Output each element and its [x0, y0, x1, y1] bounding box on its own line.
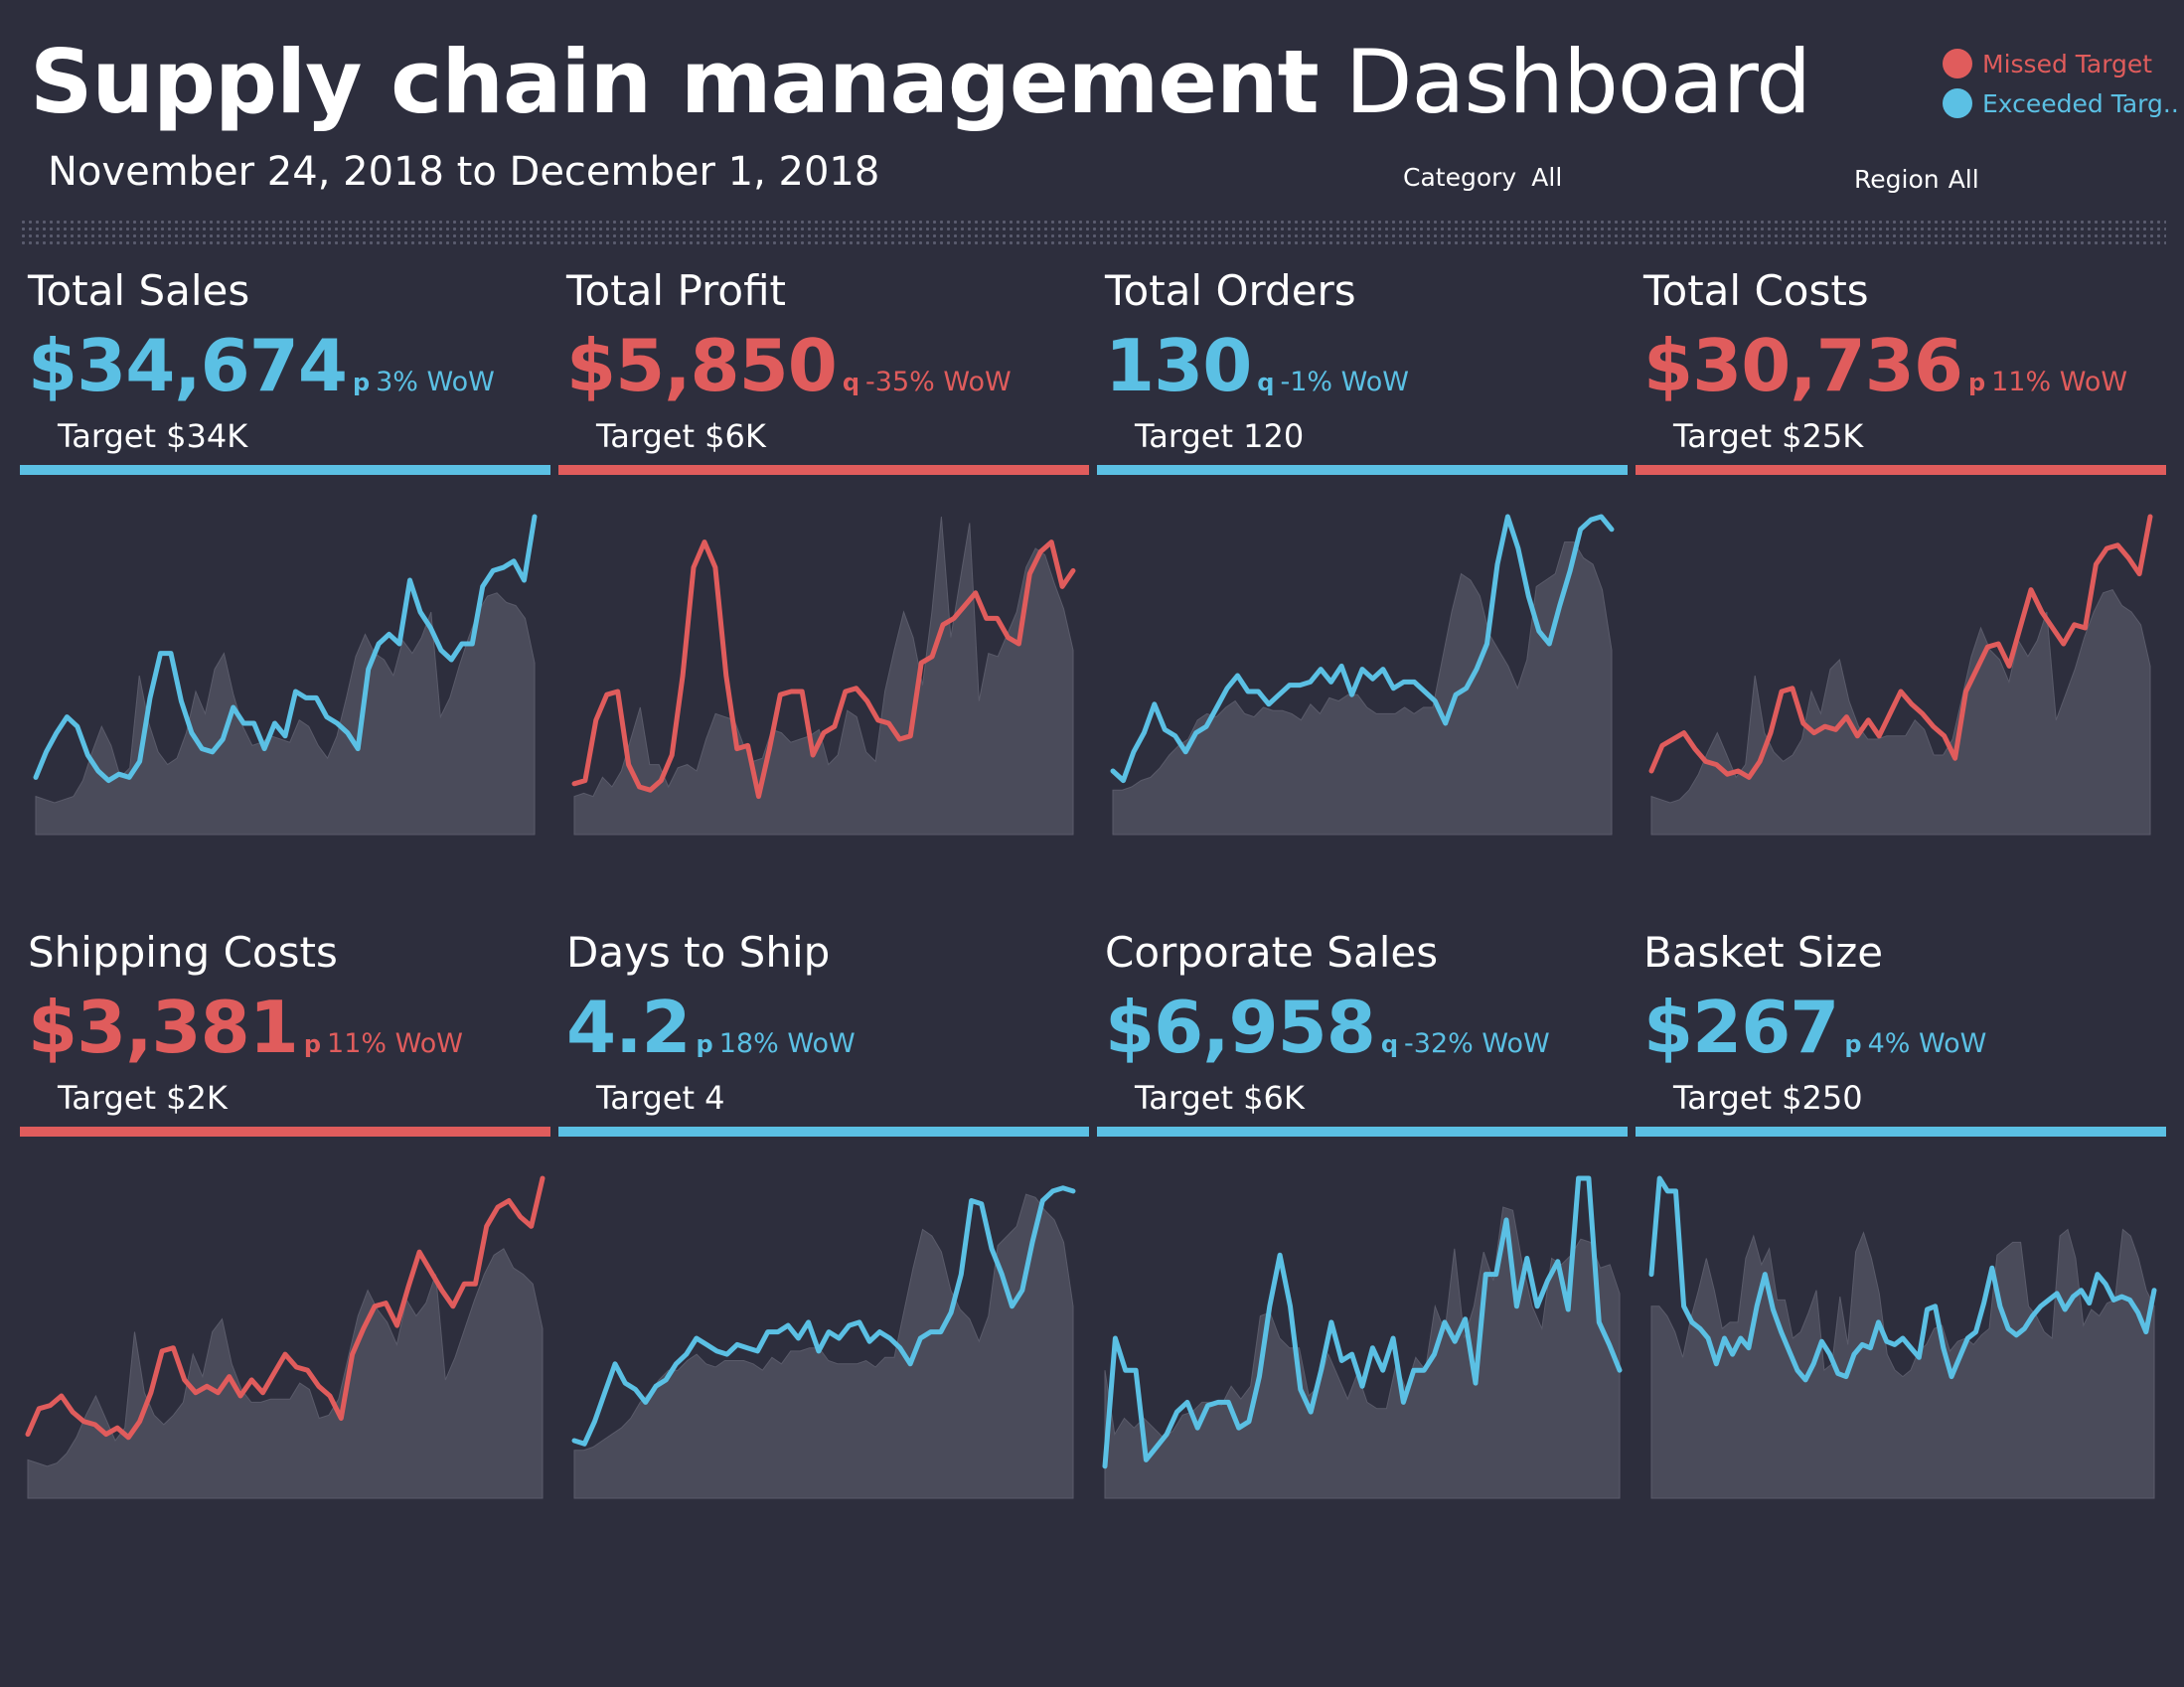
kpi-title: Days to Ship [566, 928, 831, 977]
kpi-trend-arrow-icon: q [1380, 1030, 1399, 1058]
sparkline-total-profit [571, 516, 1076, 836]
legend-item-missed[interactable]: Missed Target [1943, 44, 2179, 83]
sparkline-area-shipping-costs [27, 1248, 544, 1499]
kpi-target: Target $2K [58, 1079, 228, 1117]
kpi-value-row: $30,736 p 11% WoW [1643, 324, 2127, 407]
kpi-change: 18% WoW [718, 1028, 856, 1059]
kpi-change: 11% WoW [1991, 367, 2128, 397]
kpi-value: $5,850 [566, 324, 838, 407]
sparkline-charts [25, 514, 2157, 1499]
kpi-value: $34,674 [28, 324, 348, 407]
kpi-value-row: 130 q -1% WoW [1105, 324, 1409, 407]
sparkline-line-corporate-sales [1102, 1175, 1623, 1469]
kpi-title: Basket Size [1643, 928, 1884, 977]
kpi-title: Total Orders [1105, 266, 1356, 315]
kpi-value: $3,381 [28, 986, 299, 1069]
sparkline-area-corporate-sales [1104, 1206, 1621, 1499]
region-filter-label: Region [1854, 165, 1940, 194]
kpi-trend-arrow-icon: p [696, 1030, 713, 1058]
kpi-change: -35% WoW [865, 367, 1012, 397]
kpi-change: -1% WoW [1280, 367, 1409, 397]
kpi-status-bar [558, 1127, 1089, 1137]
sparkline-line-shipping-costs [25, 1175, 546, 1441]
legend-label-missed: Missed Target [1982, 49, 2153, 78]
sparkline-area-total-profit [573, 516, 1074, 836]
kpi-change: 11% WoW [327, 1028, 463, 1059]
sparkline-total-orders [1110, 514, 1615, 836]
header-divider [20, 219, 2166, 244]
date-range: November 24, 2018 to December 1, 2018 [48, 149, 880, 195]
title-bold: Supply chain management [30, 31, 1320, 133]
kpi-target: Target $6K [1135, 1079, 1305, 1117]
sparkline-line-total-profit [571, 539, 1076, 800]
sparkline-area-days-to-ship [573, 1193, 1074, 1499]
kpi-value-row: 4.2 p 18% WoW [566, 986, 856, 1069]
kpi-status-bar [1636, 465, 2166, 475]
kpi-value: $6,958 [1105, 986, 1376, 1069]
sparkline-line-basket-size [1648, 1175, 2157, 1383]
kpi-title: Corporate Sales [1105, 928, 1439, 977]
kpi-value: $267 [1643, 986, 1839, 1069]
sparkline-line-total-costs [1648, 514, 2153, 780]
region-filter-value[interactable]: All [1949, 165, 1979, 194]
sparkline-total-sales [33, 514, 538, 836]
sparkline-area-basket-size [1650, 1228, 2155, 1499]
kpi-value-row: $267 p 4% WoW [1643, 986, 1986, 1069]
kpi-status-bar [1636, 1127, 2166, 1137]
kpi-status-bar [1097, 1127, 1628, 1137]
kpi-target: Target $6K [596, 417, 766, 455]
kpi-value: $30,736 [1643, 324, 1963, 407]
sparkline-shipping-costs [25, 1175, 546, 1499]
sparkline-basket-size [1648, 1175, 2157, 1499]
dashboard-title: Supply chain management Dashboard [30, 28, 1811, 137]
sparkline-line-total-sales [33, 514, 538, 784]
kpi-trend-arrow-icon: p [1967, 369, 1986, 396]
kpi-trend-arrow-icon: p [1844, 1030, 1862, 1058]
kpi-value-row: $5,850 q -35% WoW [566, 324, 1012, 407]
sparkline-total-costs [1648, 514, 2153, 836]
kpi-value: 130 [1105, 324, 1252, 407]
sparkline-days-to-ship [571, 1185, 1076, 1499]
kpi-title: Shipping Costs [28, 928, 338, 977]
kpi-change: 3% WoW [376, 367, 495, 397]
legend-dot-missed [1943, 49, 1972, 78]
kpi-target: Target $34K [58, 417, 248, 455]
kpi-title: Total Costs [1643, 266, 1869, 315]
kpi-change: 4% WoW [1867, 1028, 1987, 1059]
legend-dot-exceeded [1943, 88, 1972, 118]
kpi-value-row: $3,381 p 11% WoW [28, 986, 463, 1069]
category-filter[interactable]: Category All [1403, 163, 1562, 192]
kpi-title: Total Sales [28, 266, 250, 315]
kpi-value-row: $34,674 p 3% WoW [28, 324, 495, 407]
title-light: Dashboard [1344, 31, 1811, 133]
kpi-target: Target 4 [596, 1079, 725, 1117]
kpi-change: -32% WoW [1404, 1028, 1550, 1059]
kpi-value: 4.2 [566, 986, 692, 1069]
sparkline-line-total-orders [1110, 514, 1615, 784]
kpi-trend-arrow-icon: q [842, 369, 860, 396]
kpi-value-row: $6,958 q -32% WoW [1105, 986, 1550, 1069]
legend: Missed Target Exceeded Targ.. [1943, 44, 2179, 123]
region-filter[interactable]: Region All [1854, 165, 1979, 194]
sparkline-area-total-sales [35, 592, 536, 836]
legend-item-exceeded[interactable]: Exceeded Targ.. [1943, 83, 2179, 123]
kpi-target: Target 120 [1135, 417, 1305, 455]
kpi-trend-arrow-icon: q [1257, 369, 1275, 396]
kpi-target: Target $25K [1673, 417, 1864, 455]
sparkline-area-total-orders [1112, 541, 1613, 836]
legend-label-exceeded: Exceeded Targ.. [1982, 88, 2179, 118]
kpi-trend-arrow-icon: p [352, 369, 371, 396]
kpi-trend-arrow-icon: p [303, 1030, 322, 1058]
category-filter-label: Category [1403, 163, 1517, 192]
kpi-status-bar [20, 1127, 550, 1137]
category-filter-value[interactable]: All [1531, 163, 1562, 192]
kpi-title: Total Profit [566, 266, 786, 315]
kpi-status-bar [1097, 465, 1628, 475]
sparkline-corporate-sales [1102, 1175, 1623, 1499]
kpi-status-bar [20, 465, 550, 475]
kpi-status-bar [558, 465, 1089, 475]
sparkline-line-days-to-ship [571, 1185, 1076, 1447]
kpi-target: Target $250 [1673, 1079, 1863, 1117]
sparkline-area-total-costs [1650, 588, 2151, 836]
